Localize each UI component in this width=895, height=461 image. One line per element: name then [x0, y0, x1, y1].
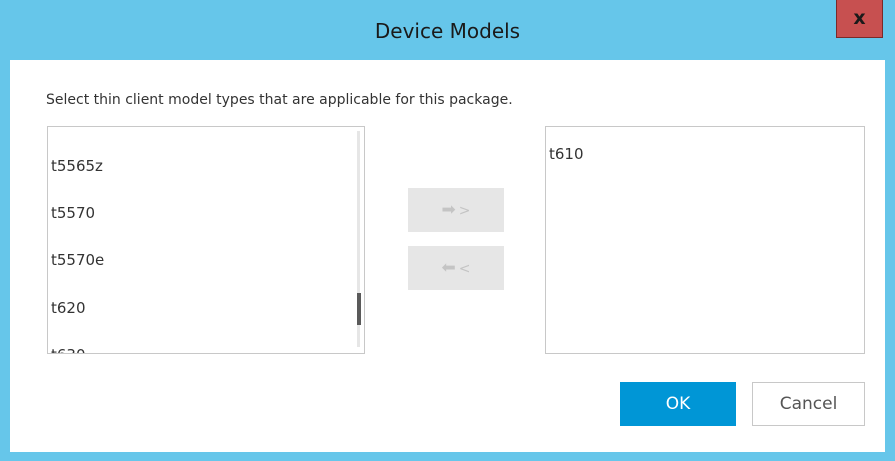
instructions-text: Select thin client model types that are …	[46, 92, 513, 108]
remove-model-button[interactable]: ⬅ <	[408, 246, 504, 290]
arrow-right-icon: ➡	[441, 200, 456, 220]
device-models-dialog: Device Models x Select thin client model…	[0, 0, 895, 461]
greater-than-icon: >	[458, 203, 471, 219]
add-model-button[interactable]: ➡ >	[408, 188, 504, 232]
scrollbar-thumb[interactable]	[357, 293, 361, 325]
list-item[interactable]: t630	[51, 346, 86, 353]
list-item[interactable]: t5570e	[51, 251, 104, 269]
list-item[interactable]: t620	[51, 299, 86, 317]
dialog-title: Device Models	[374, 19, 521, 43]
list-item[interactable]: t5565z	[51, 157, 103, 175]
dialog-body: Select thin client model types that are …	[10, 60, 885, 452]
ok-button[interactable]: OK	[620, 382, 736, 426]
arrow-left-icon: ⬅	[441, 258, 456, 278]
close-button[interactable]: x	[836, 0, 883, 38]
title-bar[interactable]: Device Models x	[0, 0, 895, 60]
available-models-list[interactable]: t5565z t5570 t5570e t620 t630	[47, 126, 365, 354]
list-item[interactable]: t5570	[51, 204, 95, 222]
less-than-icon: <	[458, 261, 471, 277]
cancel-button[interactable]: Cancel	[752, 382, 865, 426]
list-item[interactable]: t610	[549, 145, 584, 163]
close-icon: x	[853, 7, 866, 29]
selected-models-list[interactable]: t610	[545, 126, 865, 354]
